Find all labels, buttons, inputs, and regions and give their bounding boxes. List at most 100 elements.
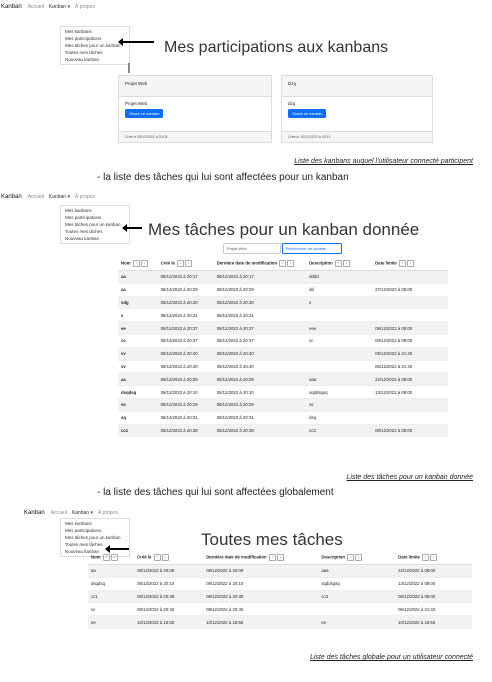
sort-desc-icon[interactable]: ↓ [276,553,284,561]
sort-desc-icon[interactable]: ↓ [355,553,363,561]
column-header-label: Dernière date de modification [206,554,267,560]
table-row[interactable]: dsqdsq 08/12/2022 à 20:10 08/12/2022 à 20:… [88,577,472,591]
table-row[interactable]: ss 08/12/2022 à 20:29 08/12/2022 à 20:29 ss [118,398,448,412]
sort-asc-icon[interactable]: ↑ [422,553,430,561]
open-kanban-button[interactable]: Ouvrir ce kanban [125,109,164,118]
table-row[interactable]: aa 08/12/2022 à 20:09 08/12/2022 à 20:09 aa… [118,372,448,387]
table-cell: 13/12/2022 à 08:00 [372,385,448,399]
table-cell: sqddsqsq [318,577,396,591]
menu-item[interactable]: Toutes mes tâches [65,541,125,548]
nav-accueil[interactable]: Accueil [51,510,67,516]
nav-accueil[interactable]: Accueil [28,194,44,200]
table-row[interactable]: cc1 08/12/2022 à 20:38 08/12/2022 à 20:38 c… [88,590,472,604]
table-cell: cc3 [306,424,373,438]
menu-item[interactable]: Nouveau kanban [65,235,125,242]
menu-item[interactable]: Mes participations [65,527,125,534]
menu-item[interactable]: Mes tâches pour un kanban [65,42,125,49]
table-row[interactable]: ee 08/12/2022 à 20:37 08/12/2022 à 20:37 ee… [118,321,448,335]
table-cell: vv [118,360,158,374]
table-cell: dsq [306,411,373,425]
sort-asc-icon[interactable]: ↑ [177,259,185,267]
table-cell: 13/12/2022 à 08:00 [395,577,472,591]
table-row[interactable]: vv 08/12/2022 à 20:40 08/12/2022 à 20:40 06… [118,360,448,374]
table-cell: ee [88,615,135,629]
table-row[interactable]: aa 08/12/2022 à 20:09 08/12/2022 à 20:09 aa… [88,564,472,578]
table-cell: 10/12/2022 à 18:56 [134,615,204,629]
sort-desc-icon[interactable]: ↓ [110,553,118,561]
navbar: Kanban Accueil Kanban ▾ À propos [0,0,492,14]
sort-desc-icon[interactable]: ↓ [287,259,295,267]
table-row[interactable]: cc1 08/12/2022 à 20:38 08/12/2022 à 20:38 c… [118,424,448,438]
table-row[interactable]: cc 08/12/2022 à 20:37 08/12/2022 à 20:37 cc… [118,334,448,348]
menu-item[interactable]: Mes tâches pour un kanban [65,221,125,228]
sort-desc-icon[interactable]: ↓ [407,259,415,267]
card-footer: Créé le 08/12/2022 à 20:08 [119,131,271,142]
table-row[interactable]: sq 08/12/2022 à 20:31 08/12/2022 à 20:31 ds… [118,411,448,425]
bullet-text: - la liste des tâches qui lui sont affec… [97,487,334,498]
table-cell: 08/12/2022 à 20:40 [203,602,319,617]
table-cell [372,270,448,284]
table-cell: sdg [118,296,158,310]
menu-item[interactable]: Toutes mes tâches [65,49,125,56]
table-row[interactable]: vv 08/12/2022 à 20:40 08/12/2022 à 20:40 09… [118,347,448,361]
nav-kanban[interactable]: Kanban ▾ [49,194,70,200]
nav-accueil[interactable]: Accueil [28,4,44,10]
table-row[interactable]: dsqdsq 08/12/2022 à 20:10 08/12/2022 à 20:… [118,385,448,399]
sort-asc-icon[interactable]: ↑ [132,259,140,267]
menu-item[interactable]: Nouveau kanban [65,56,125,63]
kanban-search-input[interactable]: Projet Web [223,243,281,254]
nav-kanban[interactable]: Kanban ▾ [49,4,70,10]
column-header-label: Date limite [398,554,420,560]
sort-desc-icon[interactable]: ↓ [161,553,169,561]
nav-kanban[interactable]: Kanban ▾ [72,510,93,516]
table-row[interactable]: ee 10/12/2022 à 18:56 10/12/2022 à 18:56 ee… [88,615,472,629]
table-cell: 27/12/2022 à 08:00 [372,283,448,297]
menu-item[interactable]: Mes participations [65,35,125,42]
brand[interactable]: Kanban [1,4,22,10]
table-cell: 08/12/2022 à 20:09 [134,564,204,578]
sort-asc-icon[interactable]: ↑ [268,553,276,561]
sort-asc-icon[interactable]: ↑ [347,553,355,561]
kanban-card: Dzq dzq Ouvrir ce kanban Créé le 10/12/2… [281,75,433,143]
menu-item[interactable]: Mes participations [65,214,125,221]
brand[interactable]: Kanban [1,194,22,200]
table-cell [372,411,448,425]
search-kanban-button[interactable]: Rechercher un kanban [282,243,342,254]
menu-item[interactable]: Toutes mes tâches [65,228,125,235]
nav-apropos[interactable]: À propos [75,194,95,200]
table-row[interactable]: aa 08/12/2022 à 20:17 08/12/2022 à 20:17 dd… [118,270,448,284]
sort-asc-icon[interactable]: ↑ [334,259,342,267]
open-kanban-button[interactable]: Ouvrir ce kanban [288,109,327,118]
menu-item[interactable]: Mes kanbans [65,520,125,527]
table-cell: aa [118,283,158,297]
table-cell: 08/12/2022 à 20:29 [213,398,307,412]
menu-item[interactable]: Mes kanbans [65,207,125,214]
table-row[interactable]: sdg 08/12/2022 à 20:30 08/12/2022 à 20:30 s [118,296,448,310]
table-cell: 08/12/2022 à 20:30 [213,296,307,310]
table-cell: 22/12/2022 à 08:00 [395,564,472,578]
table-cell: 08/12/2022 à 20:10 [157,385,214,399]
menu-item[interactable]: Mes tâches pour un kanban [65,534,125,541]
pointer-arrow-icon [122,224,142,232]
menu-item[interactable]: Mes kanbans [65,28,125,35]
sort-desc-icon[interactable]: ↓ [185,259,193,267]
sort-desc-icon[interactable]: ↓ [430,553,438,561]
nav-apropos[interactable]: À propos [98,510,118,516]
column-header-label: Nom [121,260,131,266]
brand[interactable]: Kanban [24,510,45,516]
sort-asc-icon[interactable]: ↑ [153,553,161,561]
nav-apropos[interactable]: À propos [75,4,95,10]
scrollbar[interactable] [128,63,130,73]
table-cell: 08/12/2022 à 20:38 [213,424,307,438]
sort-asc-icon[interactable]: ↑ [102,553,110,561]
sort-asc-icon[interactable]: ↑ [279,259,287,267]
table-cell: 08/12/2022 à 20:09 [157,372,214,387]
sort-asc-icon[interactable]: ↑ [399,259,407,267]
sort-desc-icon[interactable]: ↓ [140,259,148,267]
sort-desc-icon[interactable]: ↓ [342,259,350,267]
table-cell: aaa [306,372,373,387]
table-row[interactable]: vv 08/12/2022 à 20:40 08/12/2022 à 20:40 06… [88,602,472,617]
table-row[interactable]: s 08/12/2022 à 20:31 08/12/2022 à 20:31 [118,308,448,323]
table-row[interactable]: aa 08/12/2022 à 20:29 08/12/2022 à 20:29 dd… [118,283,448,297]
table-cell: 08/12/2022 à 20:38 [134,590,204,604]
